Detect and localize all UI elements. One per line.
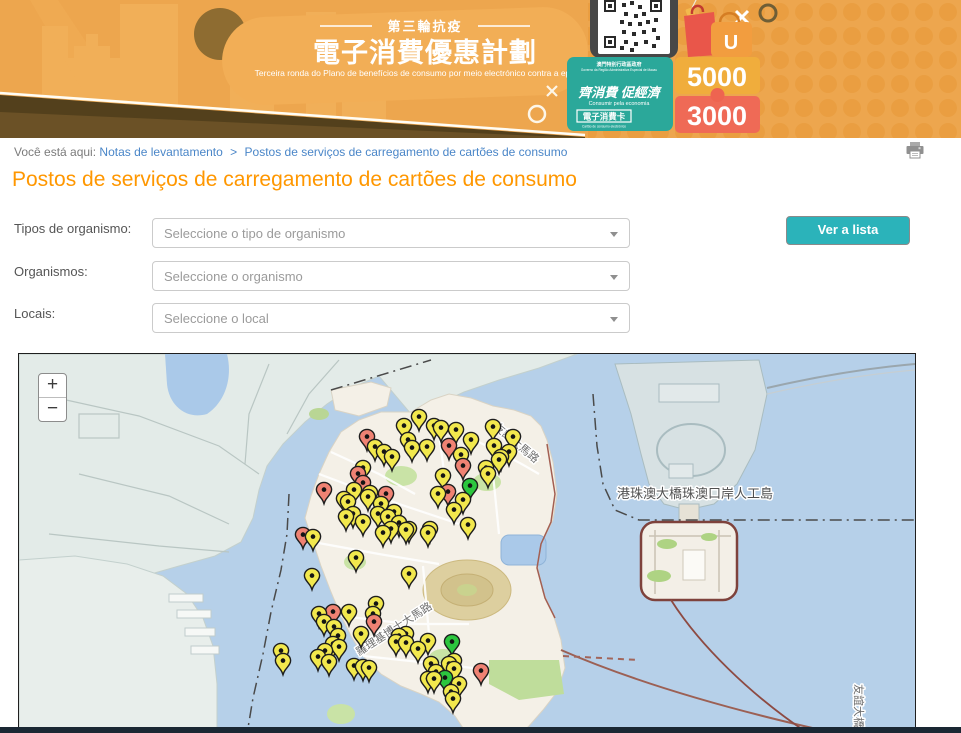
page-title: Postos de serviços de carregamento de ca… (12, 168, 577, 192)
card-gov-pt: Governo da Região Administrativa Especia… (581, 68, 657, 72)
view-list-button[interactable]: Ver a lista (786, 216, 910, 245)
page: 第三輪抗疫 電子消費優惠計劃 Terceira ronda do Plano d… (0, 0, 961, 733)
footer-bar (0, 727, 961, 733)
bag-letter: U (724, 32, 738, 54)
breadcrumb-link-notas[interactable]: Notas de levantamento (99, 145, 222, 159)
promo-banner-link[interactable]: 第三輪抗疫 電子消費優惠計劃 Terceira ronda do Plano d… (0, 0, 961, 138)
amount-bottom: 3000 (687, 101, 747, 131)
qr-code (590, 0, 678, 58)
map-svg[interactable]: 港珠澳大橋珠澳口岸人工島友誼大馬路羅理基博士大馬路友誼大橋 (19, 354, 915, 733)
org-select-value: Seleccione o organismo (164, 269, 303, 284)
breadcrumb-separator: > (230, 145, 237, 159)
map-label: 港珠澳大橋珠澳口岸人工島 (617, 486, 773, 501)
local-label: Locais: (14, 305, 139, 322)
card-name-pt: Cartão de consumo electrónico (582, 125, 626, 129)
amount-top: 5000 (687, 62, 747, 92)
campaign-title: 電子消費優惠計劃 (313, 37, 537, 68)
org-label: Organismos: (14, 263, 139, 280)
chevron-down-icon (610, 232, 618, 237)
local-select[interactable]: Seleccione o local (152, 303, 630, 333)
zoom-in-button[interactable]: + (39, 374, 66, 398)
campaign-subtitle: Terceira ronda do Plano de benefícios de… (255, 68, 596, 78)
map-label: 友誼大橋 (852, 684, 866, 728)
card-slogan-zh: 齊消費 促經濟 (578, 85, 663, 100)
breadcrumb: Você está aqui: Notas de levantamento > … (14, 145, 567, 159)
print-icon[interactable] (903, 139, 927, 163)
chevron-down-icon (610, 317, 618, 322)
type-select[interactable]: Seleccione o tipo de organismo (152, 218, 630, 248)
card-name-zh: 電子消費卡 (583, 112, 626, 122)
map[interactable]: 港珠澳大橋珠澳口岸人工島友誼大馬路羅理基博士大馬路友誼大橋 + − (18, 353, 916, 733)
local-select-value: Seleccione o local (164, 311, 269, 326)
type-select-value: Seleccione o tipo de organismo (164, 226, 345, 241)
breadcrumb-link-postos[interactable]: Postos de serviços de carregamento de ca… (245, 145, 568, 159)
map-zoom-control: + − (38, 373, 67, 422)
campaign-tagline: 第三輪抗疫 (387, 19, 462, 34)
consumption-card: 澳門特別行政區政府 Governo da Região Administrati… (567, 57, 673, 131)
breadcrumb-prefix: Você está aqui: (14, 145, 96, 159)
org-select[interactable]: Seleccione o organismo (152, 261, 630, 291)
card-slogan-pt: Consumir pela economia (589, 101, 651, 107)
type-label: Tipos de organismo: (14, 220, 139, 237)
card-gov-zh: 澳門特別行政區政府 (596, 61, 641, 68)
chevron-down-icon (610, 275, 618, 280)
zoom-out-button[interactable]: − (39, 398, 66, 421)
